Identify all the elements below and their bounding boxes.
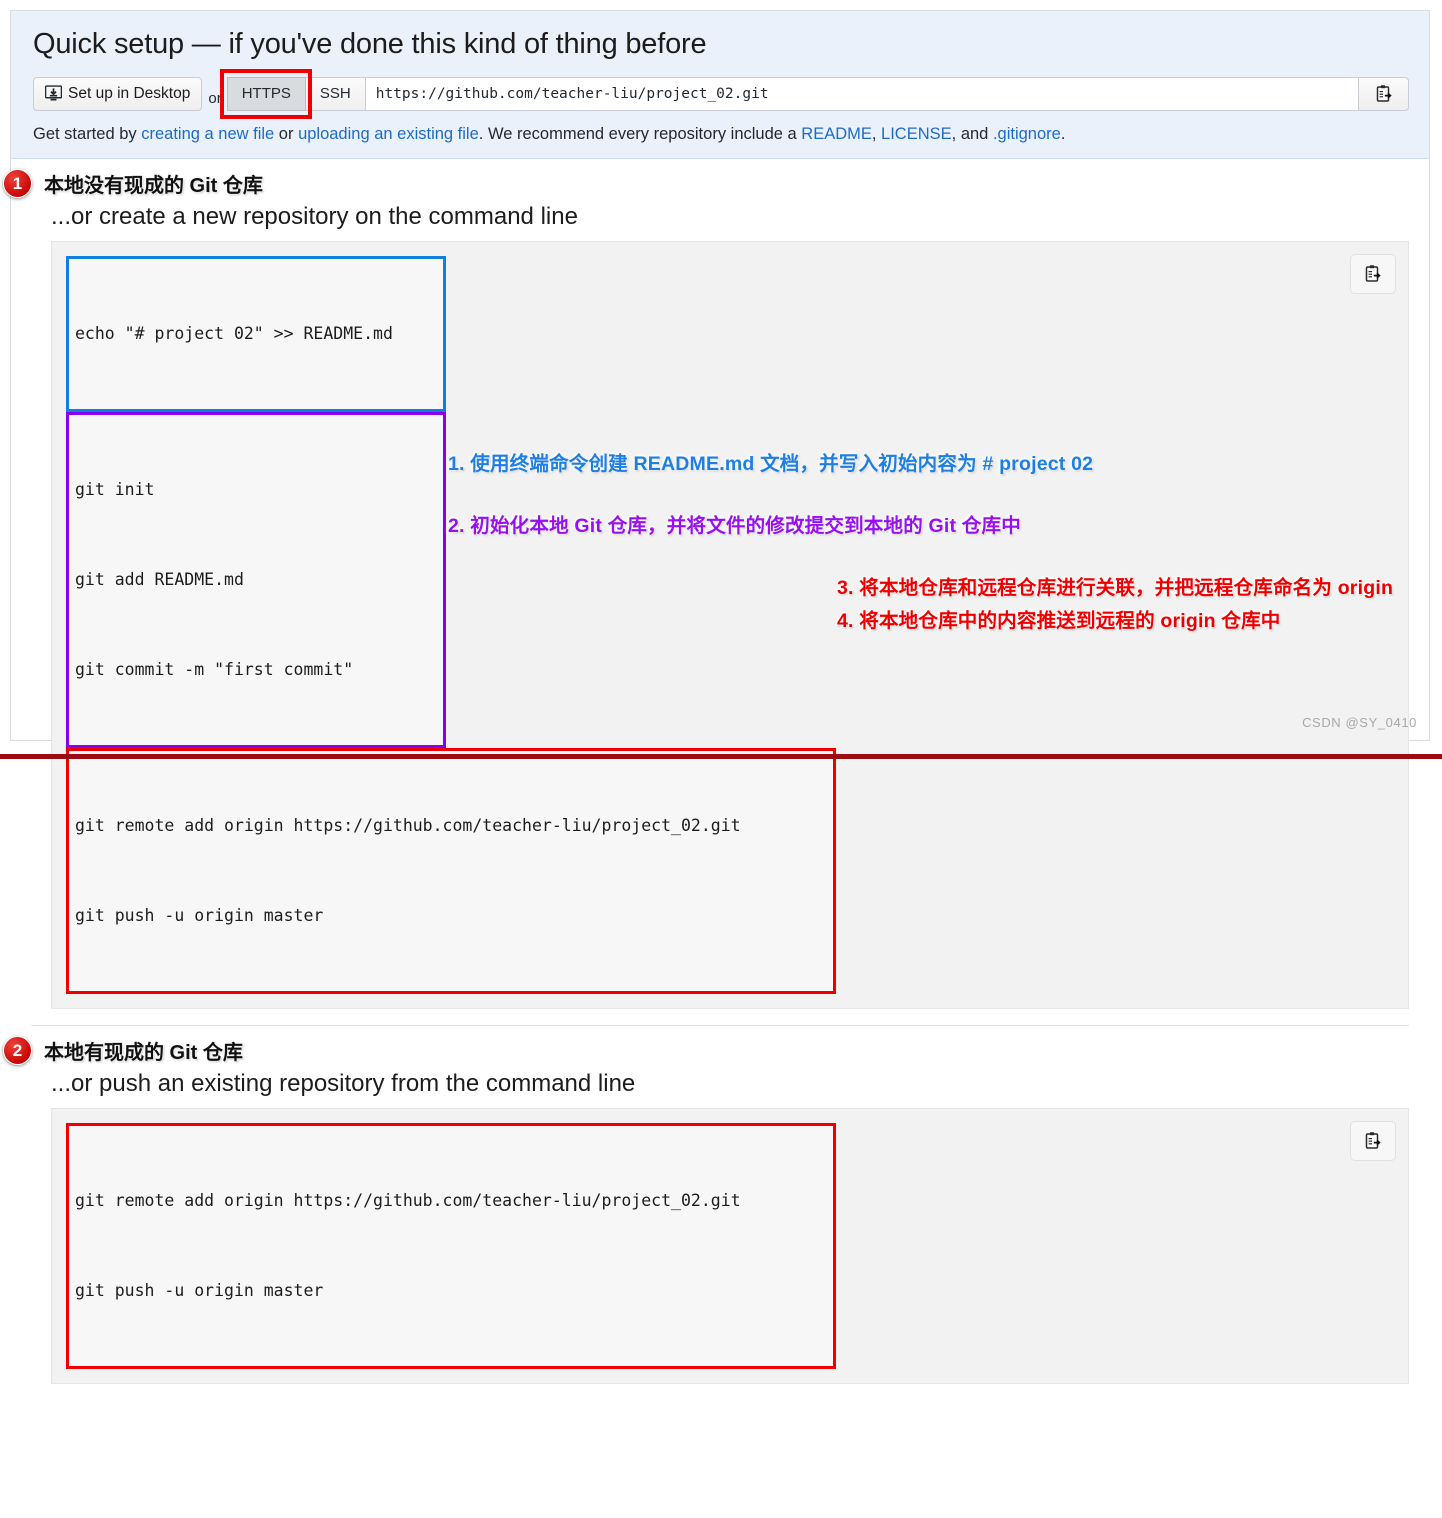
code-group-red[interactable]: git remote add origin https://github.com… [66,1122,836,1369]
annotation-1: 1. 使用终端命令创建 README.md 文档，并写入初始内容为 # proj… [448,452,1094,475]
sep-period: . [1060,124,1066,143]
copy-to-clipboard-icon [1374,84,1394,104]
code-line: git push -u origin master [75,1280,324,1300]
set-up-in-desktop-label: Set up in Desktop [68,84,191,102]
license-link[interactable]: LICENSE [881,125,952,143]
section-two-subheading: ...or push an existing repository from t… [51,1069,636,1097]
annotation-2: 2. 初始化本地 Git 仓库，并将文件的修改提交到本地的 Git 仓库中 [448,514,1021,537]
section-create-new-repo: 1 本地没有现成的 Git 仓库 ...or create a new repo… [3,159,1429,1009]
code-line: git add README.md [75,569,244,589]
quick-setup-panel: Quick setup — if you've done this kind o… [11,11,1429,159]
code-group-red[interactable]: git remote add origin https://github.com… [66,747,836,994]
create-new-file-link[interactable]: creating a new file [141,125,274,143]
code-line: echo "# project 02" >> README.md [75,323,393,343]
section-one-badge: 1 [3,169,32,199]
code-group-purple[interactable]: git init git add README.md git commit -m… [66,411,446,748]
section-one-subheading: ...or create a new repository on the com… [51,202,578,230]
code-group-blue[interactable]: echo "# project 02" >> README.md [66,255,446,412]
or-label: or [208,89,222,107]
code-line: git init [75,479,155,499]
copy-to-clipboard-icon [1363,1131,1383,1151]
copy-section-two-code-button[interactable] [1350,1120,1396,1161]
gitignore-link[interactable]: .gitignore [993,125,1061,143]
section-two-badge: 2 [3,1036,32,1066]
get-started-prefix: Get started by [33,124,142,143]
section-push-existing-repo: 2 本地有现成的 Git 仓库 ...or push an existing r… [3,1026,1429,1384]
sep-2: , and [951,124,993,143]
repo-url-field[interactable]: https://github.com/teacher-liu/project_0… [365,76,1359,111]
page-title: Quick setup — if you've done this kind o… [33,28,707,60]
desktop-download-icon [44,85,63,102]
annotation-3: 3. 将本地仓库和远程仓库进行关联，并把远程仓库命名为 origin [837,576,1394,599]
sep-1: , [871,124,882,143]
code-line: git remote add origin https://github.com… [75,1190,741,1210]
protocol-selector: HTTPS SSH [219,68,366,119]
section-one-heading: 1 本地没有现成的 Git 仓库 [3,169,1429,199]
copy-section-one-code-button[interactable] [1350,253,1396,294]
setup-row: Set up in Desktop or HTTPS SSH https://g… [33,68,1409,119]
protocol-ssh-button[interactable]: SSH [305,76,366,111]
code-line: git push -u origin master [75,905,324,925]
get-started-text: Get started by creating a new file or up… [33,125,1409,144]
copy-to-clipboard-icon [1363,264,1383,284]
section-two-heading-text: 本地有现成的 Git 仓库 [44,1042,243,1065]
copy-url-button[interactable] [1359,76,1409,111]
section-two-heading: 2 本地有现成的 Git 仓库 [3,1036,1429,1066]
annotation-4: 4. 将本地仓库中的内容推送到远程的 origin 仓库中 [837,609,1281,632]
set-up-in-desktop-button[interactable]: Set up in Desktop [33,76,203,111]
upload-existing-file-link[interactable]: uploading an existing file [298,125,479,143]
quick-setup-page: Quick setup — if you've done this kind o… [3,10,1430,1384]
get-started-or: or [274,124,299,143]
code-line: git commit -m "first commit" [75,659,354,679]
recommend-text: . We recommend every repository include … [478,124,802,143]
protocol-https-button[interactable]: HTTPS [226,76,306,111]
readme-link[interactable]: README [801,125,872,143]
watermark: CSDN @SY_0410 [1302,715,1417,730]
section-two-codeblock: git remote add origin https://github.com… [51,1107,1409,1384]
bottom-accent-bar [0,754,1442,759]
code-line: git remote add origin https://github.com… [75,815,741,835]
section-one-heading-text: 本地没有现成的 Git 仓库 [44,175,263,198]
